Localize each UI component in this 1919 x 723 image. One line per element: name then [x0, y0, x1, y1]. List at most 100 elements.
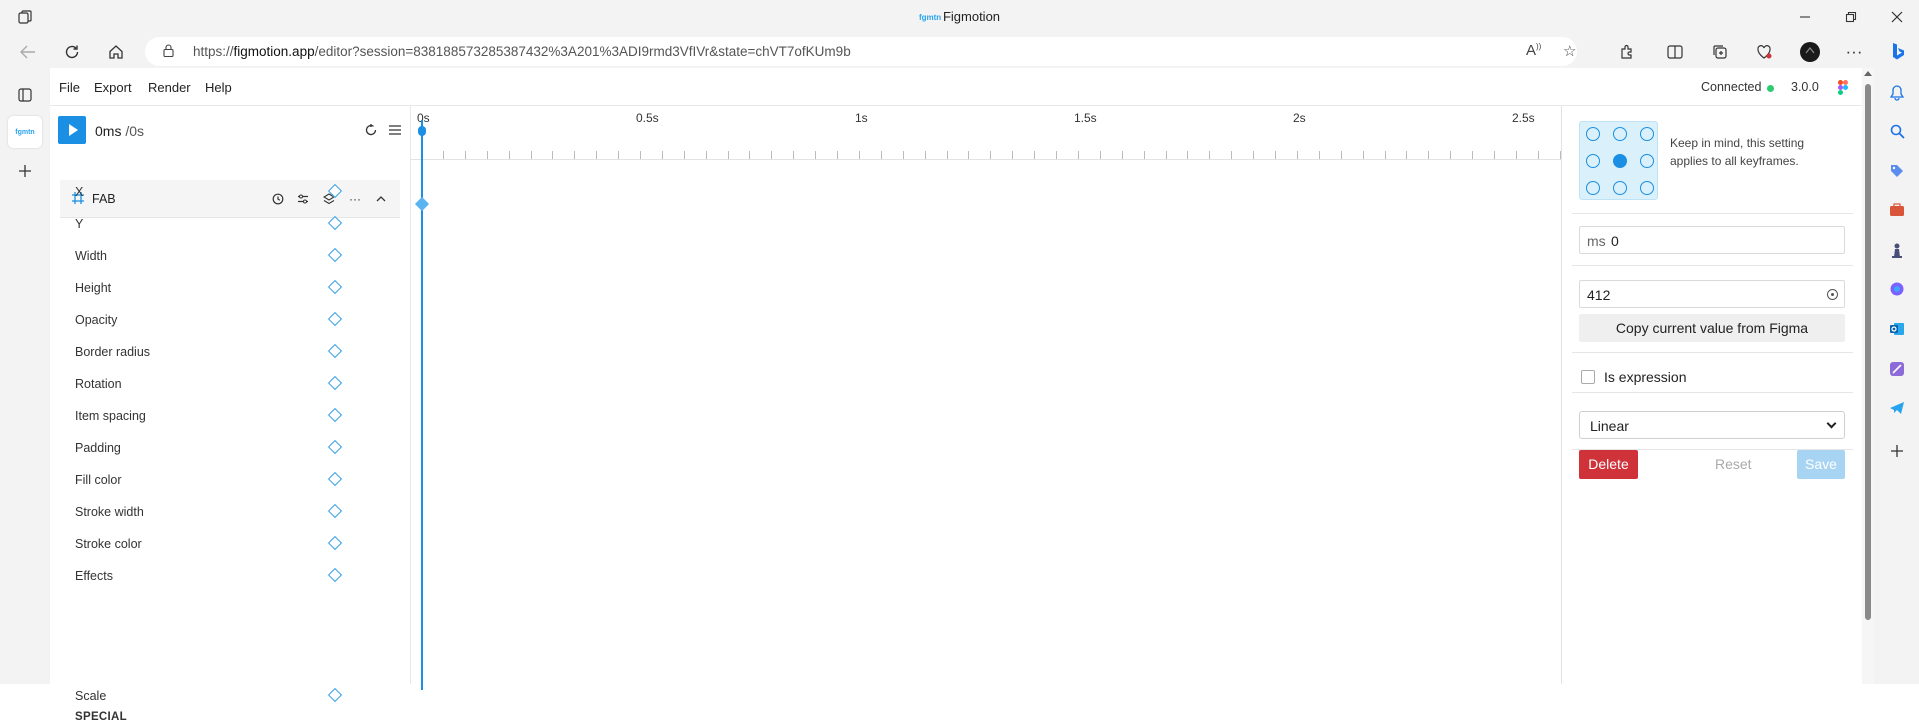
property-row[interactable]: Stroke width: [60, 496, 400, 528]
property-row[interactable]: Scale: [60, 680, 400, 712]
browser-essentials-icon[interactable]: [1752, 40, 1776, 64]
copilot-icon[interactable]: [1886, 40, 1910, 64]
add-keyframe-diamond-icon[interactable]: [327, 687, 343, 703]
keyframe-value-input[interactable]: 412: [1579, 280, 1845, 308]
add-keyframe-diamond-icon[interactable]: [327, 375, 343, 391]
add-keyframe-diamond-icon[interactable]: [327, 567, 343, 583]
keyframe-x-0[interactable]: [414, 196, 430, 212]
keyframe-time-input[interactable]: ms 0: [1579, 226, 1845, 254]
microsoft365-icon[interactable]: [1886, 278, 1908, 300]
sidebar-search-icon[interactable]: [1886, 120, 1908, 142]
property-row[interactable]: Border radius: [60, 336, 400, 368]
sidebar-add-icon[interactable]: [1886, 440, 1908, 462]
ruler-tick: [1144, 151, 1145, 159]
reset-button[interactable]: Reset: [1715, 456, 1752, 472]
property-row[interactable]: Item spacing: [60, 400, 400, 432]
add-keyframe-diamond-icon[interactable]: [327, 247, 343, 263]
collections-icon[interactable]: [1708, 40, 1732, 64]
designer-icon[interactable]: [1886, 358, 1908, 380]
is-expression-checkbox[interactable]: [1581, 370, 1595, 384]
tab-actions-icon[interactable]: [12, 82, 38, 108]
outlook-icon[interactable]: [1886, 318, 1908, 340]
restore-icon[interactable]: [1840, 6, 1862, 28]
menu-export[interactable]: Export: [94, 80, 132, 95]
origin-top-right[interactable]: [1640, 127, 1654, 141]
property-row[interactable]: Y: [60, 208, 400, 240]
url-text[interactable]: https://figmotion.app/editor?session=838…: [193, 44, 851, 59]
origin-top-center[interactable]: [1613, 127, 1627, 141]
origin-bottom-left[interactable]: [1586, 181, 1600, 195]
refresh-icon[interactable]: [60, 40, 84, 64]
scrollbar-thumb[interactable]: [1865, 84, 1871, 620]
property-row[interactable]: Fill color: [60, 464, 400, 496]
add-keyframe-diamond-icon[interactable]: [327, 215, 343, 231]
property-row[interactable]: Height: [60, 272, 400, 304]
play-button[interactable]: [58, 116, 86, 144]
ruler-tick: [903, 151, 904, 159]
origin-bottom-center[interactable]: [1613, 181, 1627, 195]
timeline[interactable]: 0s 0.5s 1s 1.5s 2s 2.5s: [410, 106, 1562, 690]
figma-logo-icon: [1838, 80, 1848, 95]
close-window-icon[interactable]: [1886, 6, 1908, 28]
save-button[interactable]: Save: [1797, 450, 1845, 479]
tab-figmotion[interactable]: fgmtn: [8, 116, 42, 148]
add-keyframe-diamond-icon[interactable]: [327, 503, 343, 519]
time-tick-label: 0.5s: [636, 111, 659, 125]
connection-status: Connected: [1701, 80, 1762, 94]
ruler-tick: [947, 151, 948, 159]
property-row[interactable]: Stroke color: [60, 528, 400, 560]
games-chess-icon[interactable]: [1886, 239, 1908, 261]
page-scrollbar[interactable]: [1862, 68, 1874, 684]
timeline-ruler[interactable]: 0s 0.5s 1s 1.5s 2s 2.5s: [411, 106, 1562, 160]
minimize-icon[interactable]: [1794, 6, 1816, 28]
split-screen-icon[interactable]: [1663, 40, 1687, 64]
send-telegram-icon[interactable]: [1886, 397, 1908, 419]
shopping-tag-icon[interactable]: [1886, 160, 1908, 182]
extensions-icon[interactable]: [1615, 40, 1639, 64]
property-row[interactable]: Width: [60, 240, 400, 272]
address-bar[interactable]: https://figmotion.app/editor?session=838…: [145, 37, 1577, 66]
property-row[interactable]: Effects: [60, 560, 400, 592]
property-row[interactable]: Rotation: [60, 368, 400, 400]
new-tab-icon[interactable]: [12, 158, 38, 184]
home-icon[interactable]: [104, 40, 128, 64]
playhead-handle[interactable]: [418, 126, 426, 136]
loop-icon[interactable]: [363, 122, 379, 138]
ruler-tick: [968, 151, 969, 159]
add-keyframe-diamond-icon[interactable]: [327, 439, 343, 455]
delete-button[interactable]: Delete: [1579, 450, 1638, 479]
pick-value-icon[interactable]: [1827, 289, 1838, 300]
property-label: Stroke width: [75, 505, 144, 519]
origin-middle-left[interactable]: [1586, 154, 1600, 168]
menu-help[interactable]: Help: [205, 80, 232, 95]
add-keyframe-diamond-icon[interactable]: [327, 183, 343, 199]
favorite-star-icon[interactable]: ☆: [1563, 42, 1576, 60]
easing-select[interactable]: Linear: [1579, 411, 1845, 439]
property-row[interactable]: X: [60, 176, 400, 208]
back-icon[interactable]: [16, 40, 40, 64]
add-keyframe-diamond-icon[interactable]: [327, 471, 343, 487]
property-row[interactable]: Padding: [60, 432, 400, 464]
settings-list-icon[interactable]: [387, 122, 403, 138]
copy-from-figma-button[interactable]: Copy current value from Figma: [1579, 314, 1845, 342]
menu-file[interactable]: File: [59, 80, 80, 95]
notifications-bell-icon[interactable]: [1886, 82, 1908, 104]
add-keyframe-diamond-icon[interactable]: [327, 343, 343, 359]
add-keyframe-diamond-icon[interactable]: [327, 311, 343, 327]
property-row[interactable]: Opacity: [60, 304, 400, 336]
add-keyframe-diamond-icon[interactable]: [327, 535, 343, 551]
figmotion-logo-icon: fgmtn: [918, 13, 942, 22]
origin-bottom-right[interactable]: [1640, 181, 1654, 195]
lock-icon[interactable]: [163, 44, 174, 57]
origin-middle-right[interactable]: [1640, 154, 1654, 168]
origin-center[interactable]: [1613, 154, 1627, 168]
add-keyframe-diamond-icon[interactable]: [327, 407, 343, 423]
scroll-up-arrow[interactable]: [1864, 71, 1872, 76]
origin-top-left[interactable]: [1586, 127, 1600, 141]
tools-briefcase-icon[interactable]: [1886, 199, 1908, 221]
read-aloud-icon[interactable]: A)): [1526, 42, 1541, 59]
menu-render[interactable]: Render: [148, 80, 191, 95]
add-keyframe-diamond-icon[interactable]: [327, 279, 343, 295]
profile-avatar[interactable]: [1798, 40, 1822, 64]
more-options-icon[interactable]: ···: [1842, 40, 1866, 64]
